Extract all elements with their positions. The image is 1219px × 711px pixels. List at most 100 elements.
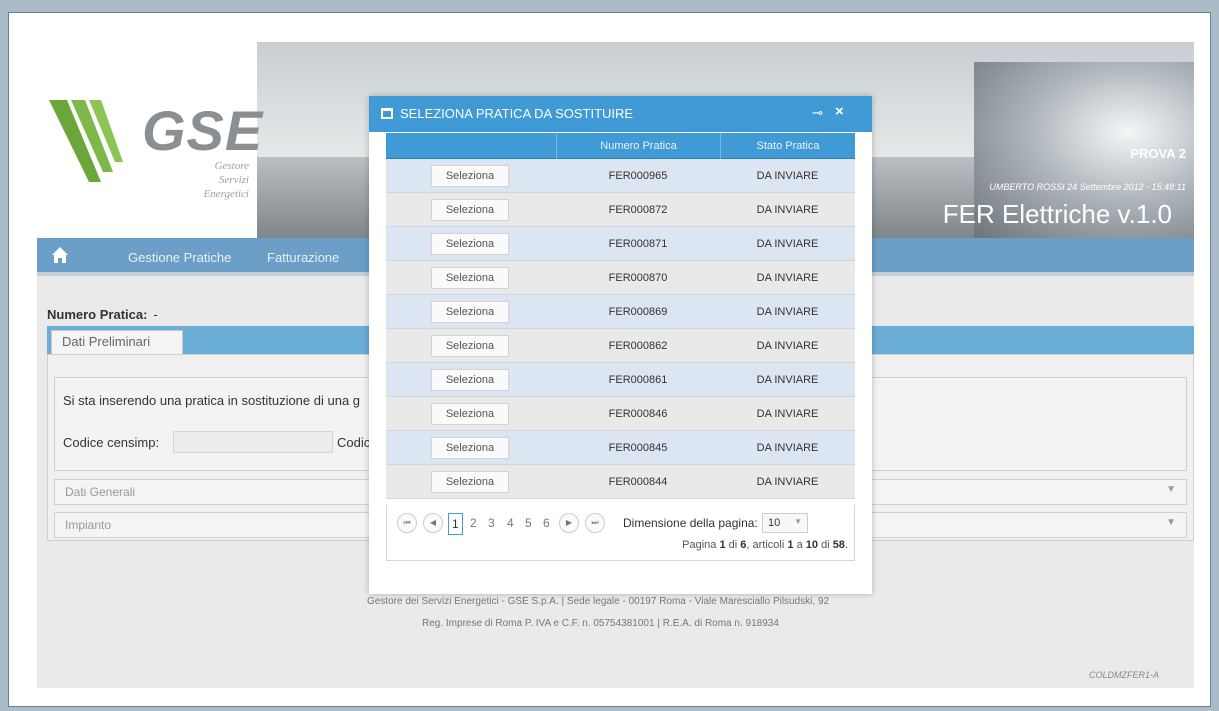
logo-text: GSE — [142, 99, 264, 162]
numero-pratica-cell: FER000845 — [608, 442, 668, 454]
next-page-icon[interactable]: ▶ — [559, 513, 579, 533]
codice-censimp-label: Codice censimp: — [63, 435, 160, 450]
seleziona-button[interactable]: Seleziona — [431, 471, 509, 493]
numero-pratica-cell: FER000869 — [608, 306, 668, 318]
first-page-icon[interactable]: ⏮ — [397, 513, 417, 533]
select-pratica-dialog: SELEZIONA PRATICA DA SOSTITUIRE ⊸ × Nume… — [369, 96, 872, 594]
dialog-title: SELEZIONA PRATICA DA SOSTITUIRE — [400, 106, 634, 121]
page-5[interactable]: 5 — [525, 513, 532, 533]
prev-page-icon[interactable]: ◀ — [423, 513, 443, 533]
app-title: FER Elettriche v.1.0 — [942, 199, 1172, 229]
accordion-impianto-label: Impianto — [65, 518, 112, 532]
codice-label: Codic — [337, 435, 371, 450]
pin-icon[interactable]: ⊸ — [812, 105, 823, 121]
footer-code: COLDMZFER1-A — [1088, 670, 1159, 680]
page-3[interactable]: 3 — [488, 513, 495, 533]
nav-item-gestione-pratiche[interactable]: Gestione Pratiche — [128, 250, 231, 265]
stato-pratica-cell: DA INVIARE — [756, 476, 819, 488]
stato-pratica-cell: DA INVIARE — [756, 204, 819, 216]
numero-pratica-cell: FER000862 — [608, 340, 668, 352]
numero-pratica: Numero Pratica: - — [47, 307, 158, 322]
seleziona-button[interactable]: Seleziona — [431, 199, 509, 221]
seleziona-button[interactable]: Seleziona — [431, 437, 509, 459]
table-row[interactable]: Seleziona FER000869 DA INVIARE — [386, 295, 855, 329]
table-row[interactable]: Seleziona FER000965 DA INVIARE — [386, 159, 855, 193]
tab-dati-preliminari[interactable]: Dati Preliminari — [51, 330, 183, 354]
page-info: Pagina 1 di 6, articoli 1 a 10 di 58. — [682, 539, 848, 551]
page-info-text: di — [821, 539, 830, 551]
dialog-titlebar[interactable]: SELEZIONA PRATICA DA SOSTITUIRE ⊸ × — [369, 96, 872, 132]
page-size-label: Dimensione della pagina: — [623, 516, 758, 530]
chevron-down-icon: ▼ — [1166, 517, 1176, 528]
page-info-text: . — [844, 539, 848, 551]
table-row[interactable]: Seleziona FER000861 DA INVIARE — [386, 363, 855, 397]
seleziona-button[interactable]: Seleziona — [431, 369, 509, 391]
stato-pratica-cell: DA INVIARE — [756, 340, 819, 352]
environment-label: PROVA 2 — [1130, 146, 1186, 161]
seleziona-button[interactable]: Seleziona — [431, 301, 509, 323]
nav-item-fatturazione[interactable]: Fatturazione — [267, 250, 339, 265]
stato-pratica-cell: DA INVIARE — [756, 306, 819, 318]
footer-line-1: Gestore dei Servizi Energetici - GSE S.p… — [367, 596, 830, 607]
stato-pratica-cell: DA INVIARE — [756, 170, 819, 182]
home-icon[interactable] — [51, 246, 69, 264]
seleziona-button[interactable]: Seleziona — [431, 233, 509, 255]
seleziona-button[interactable]: Seleziona — [431, 403, 509, 425]
page-info-from: 1 — [787, 539, 794, 551]
numero-pratica-cell: FER000872 — [608, 204, 668, 216]
page-1[interactable]: 1 — [448, 513, 463, 535]
seleziona-button[interactable]: Seleziona — [431, 267, 509, 289]
page-size-value: 10 — [768, 517, 781, 529]
table-row[interactable]: Seleziona FER000870 DA INVIARE — [386, 261, 855, 295]
numero-pratica-label: Numero Pratica: — [47, 307, 148, 322]
table-row[interactable]: Seleziona FER000846 DA INVIARE — [386, 397, 855, 431]
logo-sub-1: Gestore — [214, 160, 249, 172]
window-icon — [381, 108, 393, 119]
page-size-select[interactable]: 10 ▼ — [762, 513, 808, 533]
info-text: Si sta inserendo una pratica in sostituz… — [63, 393, 361, 408]
numero-pratica-cell: FER000870 — [608, 272, 668, 284]
accordion-dati-generali-label: Dati Generali — [65, 485, 136, 499]
chevron-down-icon: ▼ — [1166, 484, 1176, 495]
last-page-icon[interactable]: ⏭ — [585, 513, 605, 533]
codice-censimp-input[interactable] — [173, 431, 333, 453]
stato-pratica-cell: DA INVIARE — [756, 408, 819, 420]
stato-pratica-cell: DA INVIARE — [756, 272, 819, 284]
table-row[interactable]: Seleziona FER000871 DA INVIARE — [386, 227, 855, 261]
page-6[interactable]: 6 — [543, 513, 550, 533]
page-2[interactable]: 2 — [470, 513, 477, 533]
page-info-text: Pagina — [682, 539, 717, 551]
user-info: UMBERTO ROSSI 24 Settembre 2012 - 15:48:… — [989, 182, 1186, 192]
numero-pratica-cell: FER000871 — [608, 238, 668, 250]
logo-sub-3: Energetici — [203, 188, 249, 200]
numero-pratica-value: - — [153, 307, 158, 322]
table-row[interactable]: Seleziona FER000845 DA INVIARE — [386, 431, 855, 465]
grid-body: Seleziona FER000965 DA INVIARE Seleziona FER… — [386, 159, 855, 499]
numero-pratica-cell: FER000844 — [608, 476, 668, 488]
numero-pratica-cell: FER000965 — [608, 170, 668, 182]
page-info-page: 1 — [719, 539, 726, 551]
stato-pratica-cell: DA INVIARE — [756, 374, 819, 386]
logo-sub-2: Servizi — [219, 174, 249, 186]
close-icon[interactable]: × — [835, 103, 844, 120]
column-header-action — [386, 133, 556, 159]
gse-logo: GSE Gestore Servizi Energetici — [49, 99, 262, 210]
page-4[interactable]: 4 — [507, 513, 514, 533]
seleziona-button[interactable]: Seleziona — [431, 335, 509, 357]
table-row[interactable]: Seleziona FER000862 DA INVIARE — [386, 329, 855, 363]
grid-pager: ⏮ ◀ 1 2 3 4 5 6 ▶ ⏭ Dimensione della pag… — [386, 505, 855, 561]
numero-pratica-cell: FER000861 — [608, 374, 668, 386]
stato-pratica-cell: DA INVIARE — [756, 238, 819, 250]
table-row[interactable]: Seleziona FER000844 DA INVIARE — [386, 465, 855, 499]
page-info-total: 58 — [832, 539, 845, 551]
page-info-text: di — [728, 539, 738, 551]
page-info-to: 10 — [805, 539, 818, 551]
logo-swoosh-icon — [49, 100, 123, 182]
grid-header: Numero Pratica Stato Pratica — [386, 133, 855, 159]
column-header-stato[interactable]: Stato Pratica — [720, 133, 855, 159]
table-row[interactable]: Seleziona FER000872 DA INVIARE — [386, 193, 855, 227]
seleziona-button[interactable]: Seleziona — [431, 165, 509, 187]
column-header-numero[interactable]: Numero Pratica — [556, 133, 720, 159]
chevron-down-icon: ▼ — [794, 517, 802, 526]
pratiche-grid: Numero Pratica Stato Pratica Seleziona FE… — [386, 133, 855, 499]
